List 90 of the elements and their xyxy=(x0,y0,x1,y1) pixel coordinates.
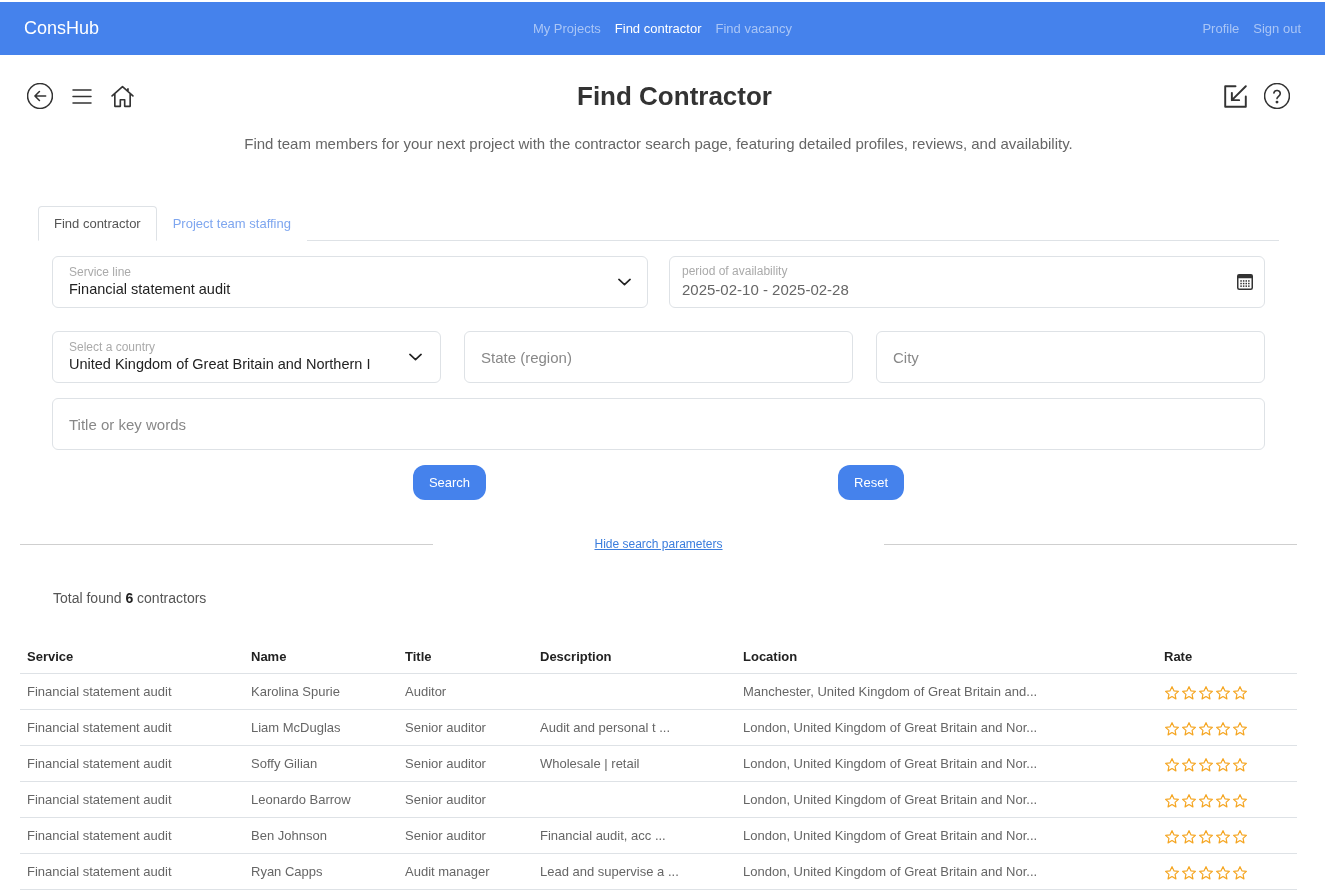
star-icon xyxy=(1198,865,1214,881)
column-header: Description xyxy=(540,648,612,664)
state-field[interactable]: State (region) xyxy=(464,331,853,383)
results-summary: Total found 6 contractors xyxy=(53,590,207,606)
table-cell: London, United Kingdom of Great Britain and Nor... xyxy=(743,792,1038,807)
column-header: Title xyxy=(405,648,432,664)
star-icon xyxy=(1164,793,1180,809)
table-cell: Karolina Spurie xyxy=(251,684,340,699)
star-icon xyxy=(1232,793,1248,809)
column-header: Name xyxy=(251,648,287,664)
table-cell: Leonardo Barrow xyxy=(251,792,351,807)
toggle-search-link[interactable]: Hide search parameters xyxy=(594,537,723,551)
star-icon xyxy=(1181,721,1197,737)
table-cell: Senior auditor xyxy=(405,828,486,843)
table-cell: London, United Kingdom of Great Britain and Nor... xyxy=(743,756,1038,771)
nav-link[interactable]: Sign out xyxy=(1253,21,1301,36)
star-icon xyxy=(1198,685,1214,701)
star-icon xyxy=(1215,829,1231,845)
star-icon xyxy=(1232,757,1248,773)
search-button[interactable]: Search xyxy=(412,465,487,500)
table-cell: Auditor xyxy=(405,684,447,699)
page-title: Find Contractor xyxy=(577,80,772,112)
page-description: Find team members for your next project with the contractor search page, featuring detailed profiles, reviews, and availability. xyxy=(244,134,1073,154)
service-line-select[interactable]: Service line Financial statement audit xyxy=(52,256,648,308)
keywords-field[interactable]: Title or key words xyxy=(52,398,1265,450)
star-icon xyxy=(1164,865,1180,881)
star-icon xyxy=(1198,721,1214,737)
table-cell: Financial statement audit xyxy=(27,864,172,879)
nav-link[interactable]: Profile xyxy=(1202,21,1240,36)
table-cell: Senior auditor xyxy=(405,792,486,807)
table-cell: Liam McDuglas xyxy=(251,720,341,735)
calendar-icon[interactable] xyxy=(1237,274,1253,290)
star-icon xyxy=(1232,865,1248,881)
column-header: Service xyxy=(27,648,74,664)
table-cell: Audit manager xyxy=(405,864,490,879)
table-cell: Ben Johnson xyxy=(251,828,327,843)
table-cell: Audit and personal t ... xyxy=(540,720,671,735)
city-field[interactable]: City xyxy=(876,331,1265,383)
star-icon xyxy=(1215,757,1231,773)
table-cell: Manchester, United Kingdom of Great Britain and... xyxy=(743,684,1038,699)
star-icon xyxy=(1215,721,1231,737)
date-range-field[interactable]: period of availability 2025-02-10 - 2025-02-28 xyxy=(669,256,1265,308)
table-cell: Ryan Capps xyxy=(251,864,323,879)
star-icon xyxy=(1232,685,1248,701)
table-cell: Soffy Gilian xyxy=(251,756,318,771)
table-cell: Financial audit, acc ... xyxy=(540,828,666,843)
table-cell: London, United Kingdom of Great Britain and Nor... xyxy=(743,828,1038,843)
star-icon xyxy=(1232,721,1248,737)
star-icon xyxy=(1164,829,1180,845)
table-cell: Financial statement audit xyxy=(27,792,172,807)
brand-name[interactable]: ConsHub xyxy=(24,18,100,39)
table-cell: Senior auditor xyxy=(405,756,486,771)
chevron-down-icon[interactable] xyxy=(618,278,631,286)
table-cell: London, United Kingdom of Great Britain and Nor... xyxy=(743,864,1038,879)
tab[interactable]: Find contractor xyxy=(38,206,157,241)
menu-icon[interactable] xyxy=(72,87,92,105)
table-cell: London, United Kingdom of Great Britain and Nor... xyxy=(743,720,1038,735)
star-icon xyxy=(1215,685,1231,701)
star-icon xyxy=(1164,757,1180,773)
star-icon xyxy=(1181,793,1197,809)
column-header: Rate xyxy=(1164,648,1193,664)
table-cell: Wholesale | retail xyxy=(540,756,640,771)
star-icon xyxy=(1215,793,1231,809)
back-icon[interactable] xyxy=(27,83,53,109)
help-icon[interactable] xyxy=(1264,83,1290,109)
table-cell: Senior auditor xyxy=(405,720,486,735)
home-icon[interactable] xyxy=(111,84,134,108)
star-icon xyxy=(1198,829,1214,845)
star-icon xyxy=(1164,685,1180,701)
star-icon xyxy=(1181,757,1197,773)
star-icon xyxy=(1181,685,1197,701)
star-icon xyxy=(1181,829,1197,845)
table-cell: Financial statement audit xyxy=(27,720,172,735)
nav-link[interactable]: Find contractor xyxy=(614,21,702,36)
table-cell: Financial statement audit xyxy=(27,828,172,843)
star-icon xyxy=(1164,721,1180,737)
table-cell: Financial statement audit xyxy=(27,684,172,699)
star-icon xyxy=(1198,757,1214,773)
nav-link[interactable]: Find vacancy xyxy=(715,21,793,36)
star-icon xyxy=(1215,865,1231,881)
nav-link[interactable]: My Projects xyxy=(532,21,601,36)
chevron-down-icon[interactable] xyxy=(409,353,422,361)
star-icon xyxy=(1198,793,1214,809)
star-icon xyxy=(1232,829,1248,845)
country-select[interactable]: Select a country United Kingdom of Great Britain and Northern I xyxy=(52,331,441,383)
table-cell: Financial statement audit xyxy=(27,756,172,771)
reset-button[interactable]: Reset xyxy=(838,465,905,500)
star-icon xyxy=(1181,865,1197,881)
table-cell: Lead and supervise a ... xyxy=(540,864,679,879)
column-header: Location xyxy=(743,648,798,664)
